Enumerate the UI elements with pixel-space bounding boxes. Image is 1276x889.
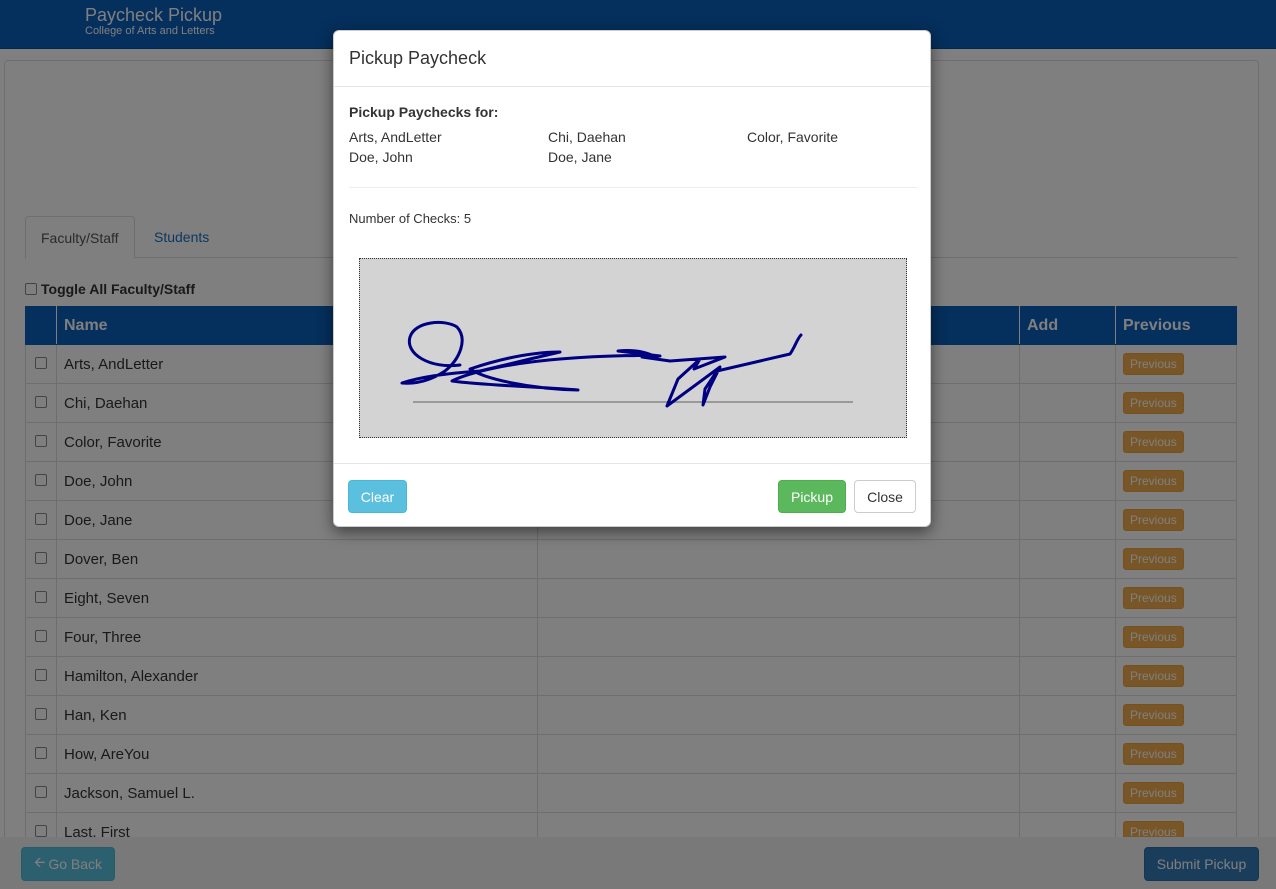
selected-name: Doe, John — [349, 149, 413, 165]
divider — [349, 187, 917, 188]
pickup-button[interactable]: Pickup — [778, 480, 846, 513]
signature-pad[interactable] — [359, 258, 907, 438]
clear-button[interactable]: Clear — [348, 480, 407, 513]
selected-name: Chi, Daehan — [548, 129, 626, 145]
selected-name: Color, Favorite — [747, 129, 839, 145]
modal-footer: Clear Pickup Close — [334, 463, 930, 527]
pickup-for-label: Pickup Paychecks for: — [349, 104, 499, 120]
modal-header: Pickup Paycheck — [334, 31, 930, 87]
modal-title: Pickup Paycheck — [349, 48, 487, 68]
signature-stroke — [400, 320, 803, 408]
selected-name: Arts, AndLetter — [349, 129, 442, 145]
close-button[interactable]: Close — [854, 480, 916, 513]
modal-body: Pickup Paychecks for: Arts, AndLetter Ch… — [334, 87, 930, 463]
selected-name: Doe, Jane — [548, 149, 612, 165]
number-of-checks: Number of Checks: 5 — [349, 211, 472, 226]
signature-drawing — [400, 320, 853, 408]
selected-names: Arts, AndLetter Chi, Daehan Color, Favor… — [349, 129, 917, 165]
pickup-paycheck-modal: Pickup Paycheck Pickup Paychecks for: Ar… — [333, 30, 931, 527]
